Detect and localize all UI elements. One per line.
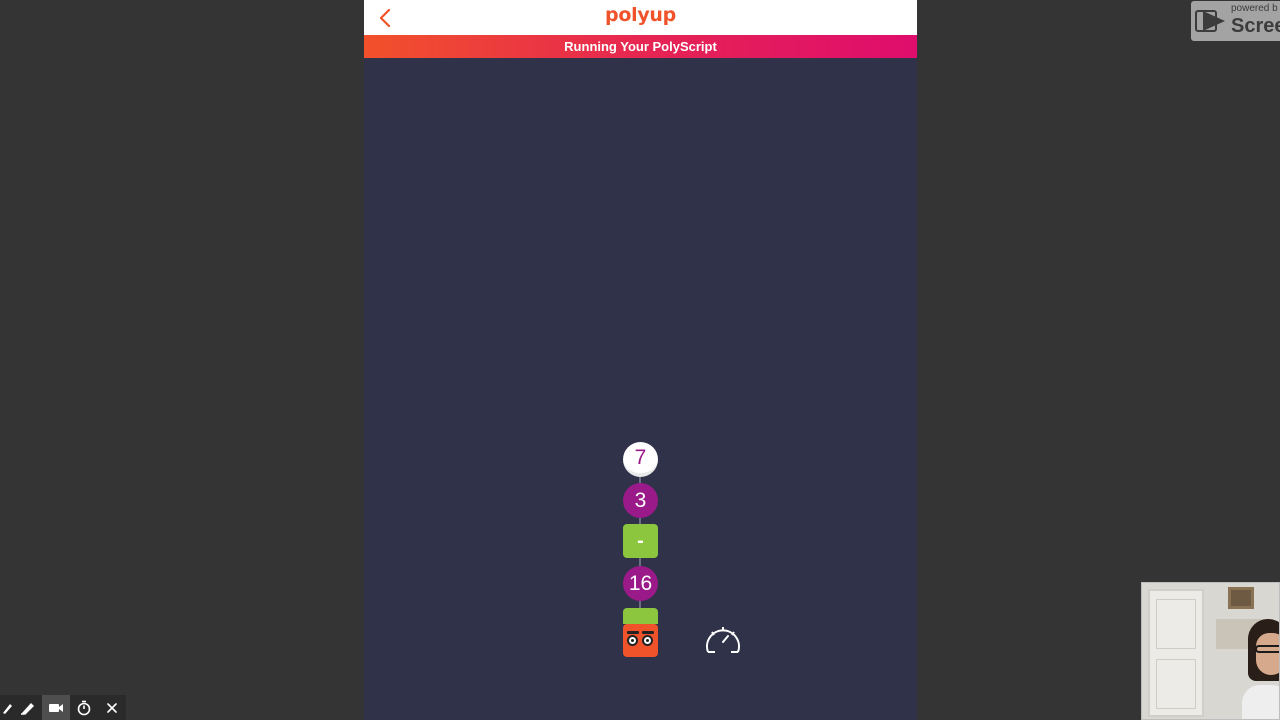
pencil-icon: [3, 703, 12, 714]
screencast-logo-icon: [1195, 10, 1225, 32]
watermark-brand: Screen: [1231, 15, 1280, 37]
operator-node-partial[interactable]: [623, 608, 658, 624]
marker-icon: [21, 702, 34, 715]
top-bar: polyup: [364, 0, 917, 35]
camera-tool-button[interactable]: [42, 695, 70, 720]
robot-brow-left: [627, 631, 639, 634]
wall-picture-frame: [1228, 587, 1254, 609]
stack-connector: [639, 600, 641, 608]
webcam-overlay: [1141, 582, 1280, 720]
door-panel: [1156, 599, 1196, 649]
speed-control-button[interactable]: [703, 622, 743, 658]
door-panel: [1156, 659, 1196, 709]
recorder-toolbar: [0, 695, 126, 720]
presenter-face: [1256, 633, 1279, 675]
timer-icon: [77, 700, 91, 715]
run-status-banner: Running Your PolyScript: [364, 35, 917, 58]
timer-tool-button[interactable]: [70, 695, 98, 720]
number-node-16[interactable]: 16: [623, 566, 658, 601]
presenter: [1242, 619, 1279, 719]
presenter-shirt: [1242, 685, 1279, 719]
number-node-7[interactable]: 7: [623, 442, 658, 477]
presenter-glasses: [1255, 645, 1279, 653]
screencast-watermark: powered b Screen: [1191, 1, 1280, 41]
subtract-operator-node[interactable]: -: [623, 524, 658, 558]
robot-eye-left: [627, 635, 638, 646]
camera-icon: [49, 703, 63, 712]
watermark-powered-by: powered b: [1231, 3, 1278, 14]
robot-eye-right: [642, 635, 653, 646]
close-toolbar-button[interactable]: [98, 695, 126, 720]
marker-tool-button[interactable]: [14, 695, 42, 720]
close-icon: [107, 702, 117, 713]
app-logo: polyup: [605, 4, 676, 26]
speedometer-icon: [706, 627, 740, 653]
pencil-tool-button[interactable]: [0, 695, 14, 720]
polyup-app-window: polyup Running Your PolyScript 7 3 - 16: [364, 0, 917, 720]
polyup-robot-character[interactable]: [623, 624, 658, 657]
number-node-3[interactable]: 3: [623, 483, 658, 518]
robot-brow-right: [642, 631, 654, 634]
webcam-background-door: [1148, 589, 1204, 717]
